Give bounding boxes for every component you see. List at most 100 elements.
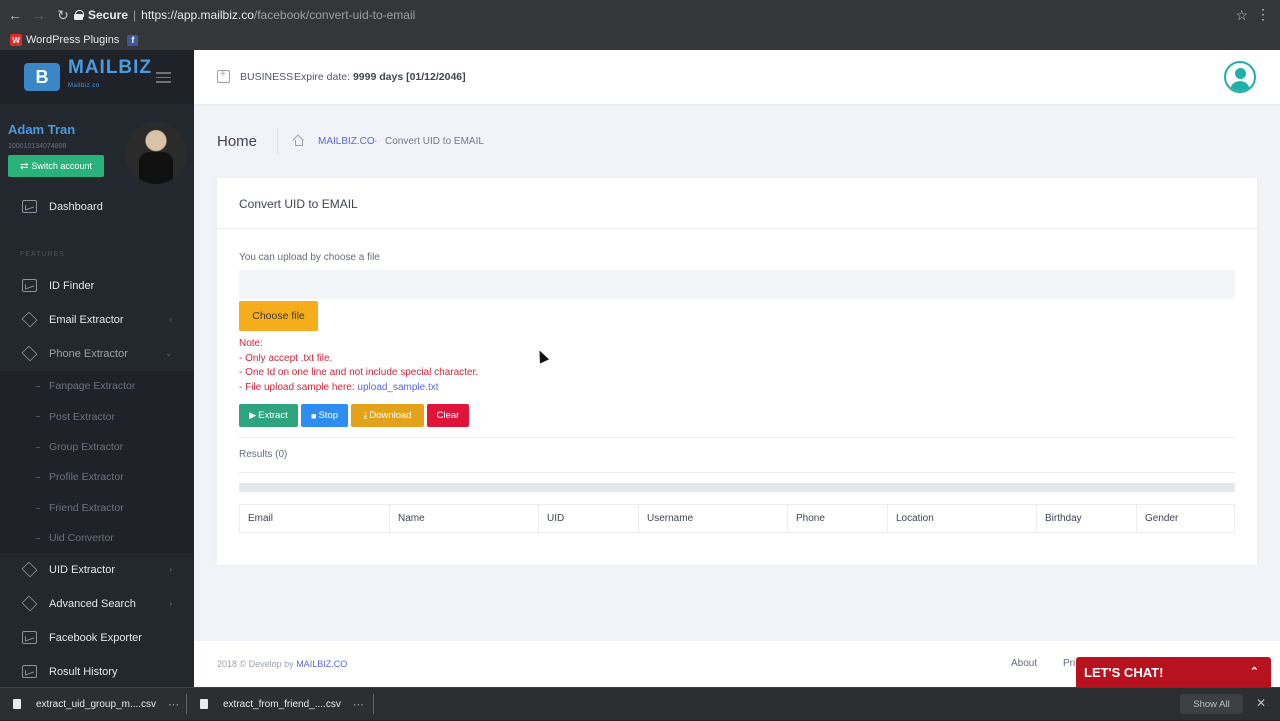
logo-mark-icon: B — [24, 63, 60, 91]
switch-account-button[interactable]: ⇄ Switch account — [8, 155, 104, 177]
menu-toggle-icon[interactable] — [156, 72, 171, 86]
user-id: 100010134074808 — [8, 143, 67, 150]
secure-label: Secure — [88, 8, 129, 22]
more-options-icon[interactable]: ⋯ — [168, 698, 179, 711]
card-header: Convert UID to EMAIL — [217, 178, 1257, 229]
chevron-right-icon: › — [169, 565, 172, 575]
forward-icon[interactable]: → — [30, 6, 48, 24]
sidebar-item-label: Email Extractor — [49, 314, 124, 326]
sidebar-item-phone-extractor[interactable]: Phone Extractor ⌄ — [0, 337, 194, 371]
breadcrumb-separator: - — [374, 136, 378, 147]
show-all-downloads-button[interactable]: Show All — [1180, 694, 1243, 714]
layers-icon — [21, 561, 38, 578]
user-account-icon[interactable] — [1224, 61, 1256, 93]
stop-button[interactable]: ■ Stop — [301, 404, 348, 427]
avatar[interactable] — [125, 122, 187, 184]
card-title: Convert UID to EMAIL — [239, 197, 358, 211]
chat-label: LET'S CHAT! — [1084, 664, 1164, 680]
footer-privacy-link[interactable]: Pri — [1063, 658, 1075, 669]
bookmark-star-icon[interactable]: ☆ — [1235, 7, 1248, 24]
sidebar-item-dashboard[interactable]: Dashboard — [0, 190, 194, 224]
sidebar-item-email-extractor[interactable]: Email Extractor › — [0, 303, 194, 337]
close-icon[interactable]: ✕ — [1256, 696, 1266, 710]
downloads-shelf: extract_uid_group_m....csv ⋯ extract_fro… — [0, 687, 1280, 720]
divider — [239, 472, 1235, 473]
plan-icon — [217, 69, 230, 83]
submenu-item-uid-convertor[interactable]: Uid Convertor — [0, 523, 194, 553]
bookmark-wordpress-plugins[interactable]: WordPress Plugins — [26, 34, 119, 46]
reload-icon[interactable]: ↻ — [54, 6, 72, 24]
submenu-item-profile-extractor[interactable]: Profile Extractor — [0, 462, 194, 492]
submenu-item-group-extractor[interactable]: Group Extractor — [0, 432, 194, 462]
history-chart-icon — [22, 665, 37, 679]
download-item[interactable]: extract_from_friend_....csv ⋯ — [187, 688, 373, 721]
logo-text: MAILBIZ Mailbiz.co — [68, 58, 152, 95]
file-icon — [200, 699, 208, 709]
column-header-uid[interactable]: UID — [539, 505, 639, 532]
results-count: Results (0) — [239, 449, 288, 460]
clear-button[interactable]: Clear — [427, 404, 469, 427]
copyright-link[interactable]: MAILBIZ.CO — [296, 659, 347, 669]
chevron-right-icon: › — [169, 599, 172, 609]
extract-button[interactable]: ▶ Extract — [239, 404, 298, 427]
download-item[interactable]: extract_uid_group_m....csv ⋯ — [0, 688, 186, 721]
column-header-username[interactable]: Username — [639, 505, 788, 532]
action-buttons: ▶ Extract ■ Stop ⤓ Download Clear — [239, 404, 472, 427]
expire-info: Expire date: 9999 days [01/12/2046] — [294, 71, 466, 83]
sidebar-item-id-finder[interactable]: ID Finder — [0, 269, 194, 303]
choose-file-button[interactable]: Choose file — [239, 301, 318, 331]
sidebar-nav: Dashboard FEATURES ID Finder Email Extra… — [0, 190, 194, 689]
copyright: 2018 © Develop by MAILBIZ.CO — [217, 659, 347, 669]
column-header-gender[interactable]: Gender — [1137, 505, 1234, 532]
sidebar-item-label: UID Extractor — [49, 564, 116, 577]
address-bar[interactable]: Secure | https://app.mailbiz.co /faceboo… — [74, 5, 1254, 25]
note-line-text: - File upload sample here: — [239, 381, 358, 393]
note-line: - File upload sample here: upload_sample… — [239, 381, 478, 396]
features-section-label: FEATURES — [20, 251, 65, 258]
submenu-item-post-extractor[interactable]: Post Extractor — [0, 401, 194, 431]
bookmarks-bar: W WordPress Plugins f — [0, 30, 1280, 50]
submenu-item-friend-extractor[interactable]: Friend Extractor — [0, 493, 194, 523]
sidebar-item-uid-extractor[interactable]: UID Extractor › — [0, 553, 194, 587]
live-chat-widget[interactable]: LET'S CHAT! ⌃ — [1076, 657, 1271, 687]
top-header: BUSINESS Expire date: 9999 days [01/12/2… — [194, 50, 1280, 104]
column-header-email[interactable]: Email — [240, 505, 390, 532]
browser-toolbar: ← → ↻ Secure | https://app.mailbiz.co /f… — [0, 0, 1280, 30]
chevron-right-icon: › — [169, 315, 172, 324]
sidebar-item-advanced-search[interactable]: Advanced Search › — [0, 587, 194, 621]
results-table-header: Email Name UID Username Phone Location B… — [239, 504, 1235, 533]
download-button[interactable]: ⤓ Download — [351, 404, 424, 427]
column-header-name[interactable]: Name — [390, 505, 539, 532]
breadcrumb-link[interactable]: MAILBIZ.CO — [318, 136, 375, 147]
title-divider — [277, 128, 278, 154]
back-icon[interactable]: ← — [6, 6, 24, 24]
sidebar-item-result-history[interactable]: Rosult History — [0, 655, 194, 689]
submenu-item-fanpage-extractor[interactable]: Fanpage Extractor — [0, 371, 194, 401]
dashboard-icon — [22, 200, 37, 213]
download-filename: extract_from_friend_....csv — [223, 698, 341, 710]
url-host: https://app.mailbiz.co — [141, 8, 254, 22]
column-header-phone[interactable]: Phone — [788, 505, 888, 532]
download-icon: ⤓ — [363, 410, 368, 420]
logo-subtitle: Mailbiz.co — [68, 83, 100, 89]
upload-label: You can upload by choose a file — [239, 252, 380, 263]
more-options-icon[interactable]: ⋯ — [353, 698, 364, 711]
id-finder-icon — [22, 279, 37, 292]
file-input-area[interactable] — [239, 270, 1235, 299]
sample-file-link[interactable]: upload_sample.txt — [357, 382, 438, 393]
user-name: Adam Tran — [8, 122, 76, 137]
browser-menu-icon[interactable]: ⋮ — [1256, 6, 1270, 23]
facebook-bookmark-icon[interactable]: f — [127, 34, 139, 46]
stop-icon: ■ — [311, 410, 317, 421]
column-header-birthday[interactable]: Birthday — [1037, 505, 1137, 532]
home-icon[interactable] — [293, 136, 303, 146]
sidebar-item-facebook-exporter[interactable]: Facebook Exporter — [0, 621, 194, 655]
sidebar-item-label: ID Finder — [49, 280, 95, 292]
upload-note: Note: - Only accept .txt file. - One Id … — [239, 337, 478, 395]
column-header-location[interactable]: Location — [888, 505, 1037, 532]
layers-icon — [21, 345, 38, 362]
exporter-icon — [22, 631, 37, 645]
footer-about-link[interactable]: About — [1011, 658, 1037, 669]
layers-icon — [21, 311, 38, 328]
chevron-down-icon: ⌄ — [165, 349, 172, 358]
